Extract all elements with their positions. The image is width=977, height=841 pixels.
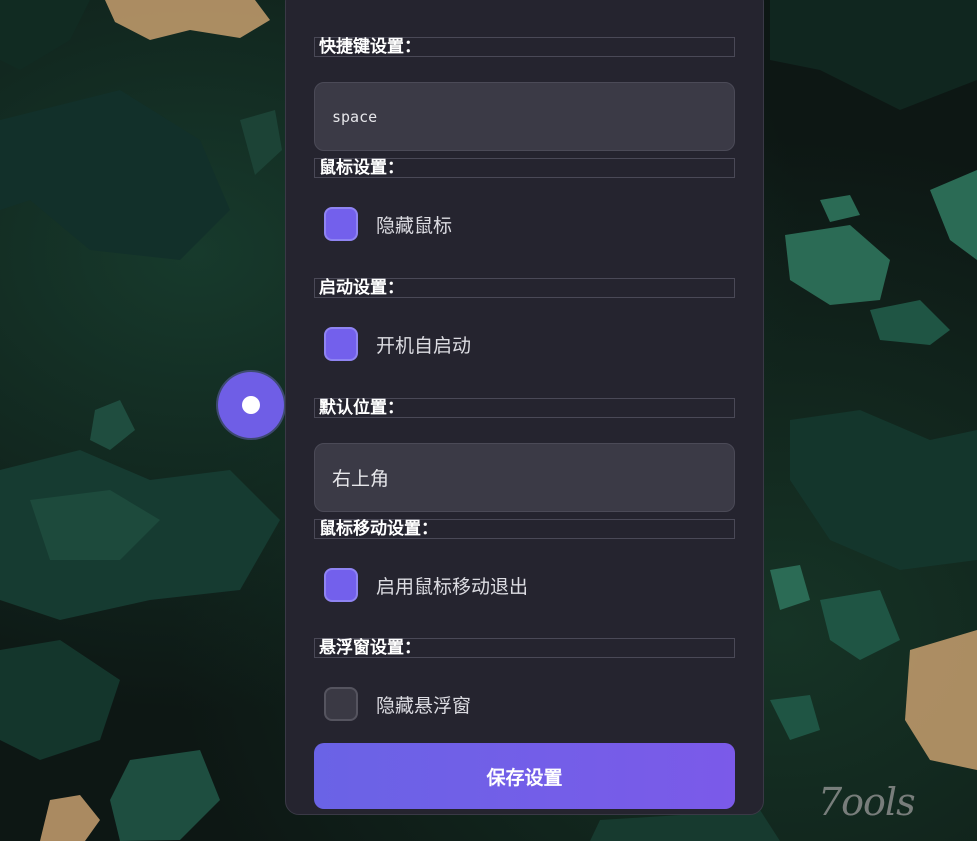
float-window-section-label: 悬浮窗设置： xyxy=(314,638,735,658)
autostart-option[interactable]: 开机自启动 xyxy=(324,325,471,363)
hide-mouse-option[interactable]: 隐藏鼠标 xyxy=(324,205,452,243)
circle-dot-icon xyxy=(242,396,260,414)
mouse-move-section-label: 鼠标移动设置： xyxy=(314,519,735,539)
save-settings-button[interactable]: 保存设置 xyxy=(314,743,735,809)
autostart-label: 开机自启动 xyxy=(376,334,472,357)
default-position-input[interactable]: 右上角 xyxy=(314,443,735,512)
shortcut-input[interactable]: space xyxy=(314,82,735,151)
watermark-logo: 7ools xyxy=(818,780,916,824)
hide-float-window-checkbox[interactable] xyxy=(324,687,358,721)
hide-mouse-label: 隐藏鼠标 xyxy=(376,214,453,237)
hide-float-window-label: 隐藏悬浮窗 xyxy=(376,694,472,717)
mouse-section-label: 鼠标设置： xyxy=(314,158,735,178)
shortcut-section-label: 快捷键设置： xyxy=(314,37,735,57)
floating-ball-button[interactable] xyxy=(218,372,284,438)
position-section-label: 默认位置： xyxy=(314,398,735,418)
exit-on-mouse-move-option[interactable]: 启用鼠标移动退出 xyxy=(324,566,528,604)
exit-on-mouse-move-label: 启用鼠标移动退出 xyxy=(376,575,529,598)
autostart-checkbox[interactable] xyxy=(324,327,358,361)
hide-mouse-checkbox[interactable] xyxy=(324,207,358,241)
hide-float-window-option[interactable]: 隐藏悬浮窗 xyxy=(324,685,471,723)
startup-section-label: 启动设置： xyxy=(314,278,735,298)
exit-on-mouse-move-checkbox[interactable] xyxy=(324,568,358,602)
desktop-stage: 快捷键设置： space 鼠标设置： 隐藏鼠标 启动设置： 开机自启动 默认位置… xyxy=(0,0,977,841)
